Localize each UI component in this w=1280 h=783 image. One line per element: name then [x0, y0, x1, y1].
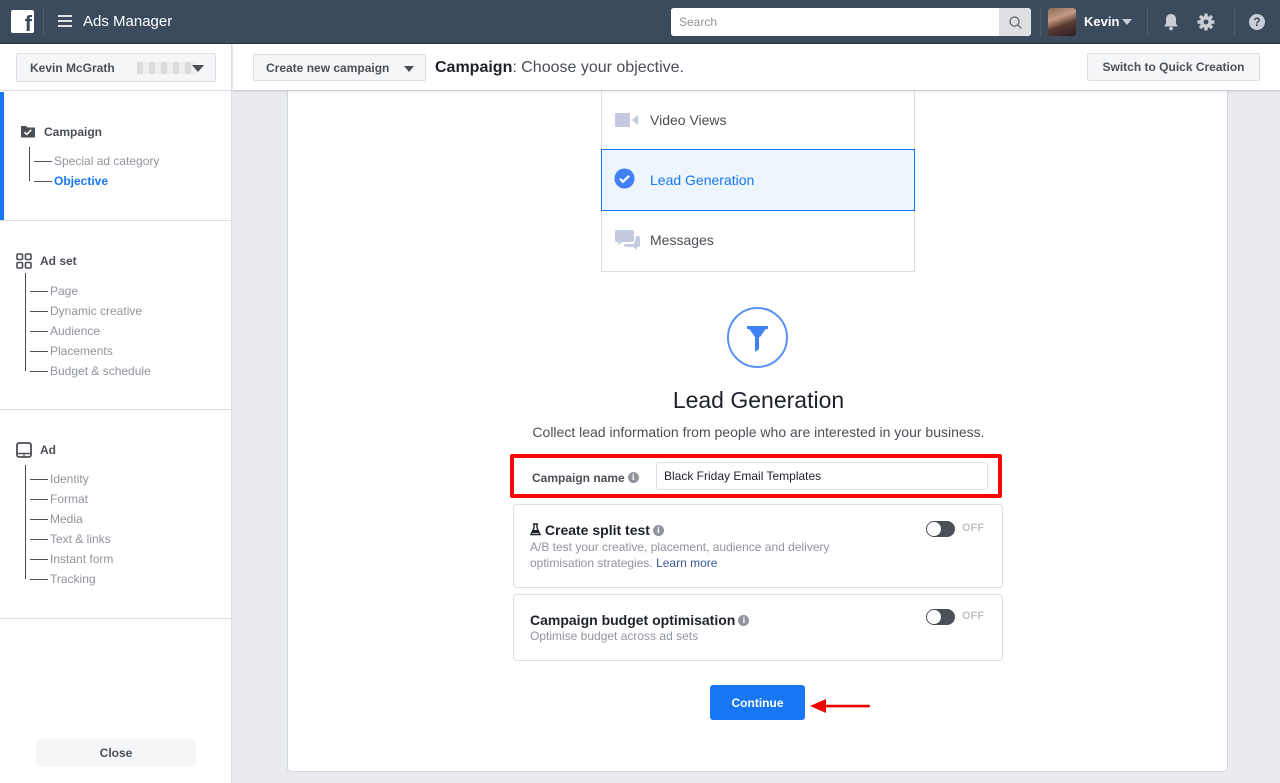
continue-button[interactable]: Continue — [710, 685, 805, 720]
tree-line — [25, 273, 26, 371]
objective-lead-generation[interactable]: Lead Generation — [601, 149, 915, 211]
objective-label: Messages — [650, 232, 714, 248]
svg-text:?: ? — [1253, 15, 1260, 29]
sidebar-item-placements[interactable]: Placements — [30, 344, 113, 358]
close-button[interactable]: Close — [36, 739, 196, 767]
campaign-checkbox-icon — [21, 126, 35, 138]
objective-label: Video Views — [650, 112, 727, 128]
annotation-arrow-icon — [810, 699, 870, 713]
video-camera-icon — [615, 113, 638, 127]
tree-line — [25, 465, 26, 579]
split-test-toggle-state: OFF — [962, 522, 984, 534]
budget-optimisation-title: Campaign budget optimisation i — [530, 612, 750, 628]
avatar[interactable] — [1048, 8, 1076, 36]
objective-label: Lead Generation — [650, 172, 755, 188]
ad-screen-icon — [16, 442, 32, 458]
sidebar-item-identity[interactable]: Identity — [30, 472, 89, 486]
check-circle-icon — [614, 168, 635, 189]
account-name: Kevin McGrath — [30, 61, 115, 75]
learn-more-link[interactable]: Learn more — [656, 556, 717, 570]
beaker-icon — [529, 523, 542, 536]
menu-icon[interactable] — [58, 15, 72, 27]
sidebar-item-dynamic-creative[interactable]: Dynamic creative — [29, 304, 142, 318]
divider — [1040, 8, 1041, 36]
logo-letter: f — [24, 11, 32, 36]
objective-card: Video Views Lead Generation Messages Lea… — [287, 91, 1228, 772]
search-button[interactable] — [999, 8, 1031, 36]
search-box — [671, 8, 1031, 36]
divider — [43, 8, 44, 36]
create-new-campaign-dropdown[interactable]: Create new campaign — [253, 54, 426, 81]
sidebar-item-special-ad-category[interactable]: Special ad category — [33, 154, 159, 168]
redacted-account-id — [137, 62, 197, 74]
sidebar-item-audience[interactable]: Audience — [29, 324, 100, 338]
objective-messages[interactable]: Messages — [602, 211, 914, 272]
objective-detail-title: Lead Generation — [672, 387, 845, 413]
campaign-budget-optimisation-option: Campaign budget optimisation i Optimise b… — [513, 594, 1003, 661]
divider — [0, 618, 232, 619]
chevron-down-icon[interactable] — [1122, 19, 1132, 25]
top-navigation-bar: f Ads Manager Kevin ? — [0, 0, 1280, 44]
sidebar-section-title[interactable]: Campaign — [44, 125, 102, 139]
divider — [1234, 8, 1235, 36]
account-selector[interactable]: Kevin McGrath — [16, 53, 216, 82]
sidebar-item-format[interactable]: Format — [29, 492, 88, 506]
campaign-name-input[interactable] — [656, 462, 988, 490]
notification-bell-icon[interactable] — [1161, 12, 1181, 32]
chat-bubbles-icon — [615, 230, 640, 250]
funnel-icon — [727, 307, 788, 368]
tree-line — [29, 147, 30, 181]
sidebar-section-campaign: Campaign Special ad category Objective — [0, 92, 232, 220]
split-test-title-text: Create split test — [544, 522, 650, 538]
sidebar-item-tracking[interactable]: Tracking — [30, 572, 96, 586]
budget-optimisation-toggle[interactable] — [926, 609, 955, 625]
app-title: Ads Manager — [83, 13, 173, 30]
sidebar: Kevin McGrath Campaign Special ad catego… — [0, 44, 232, 783]
objective-list: Video Views Lead Generation Messages — [601, 91, 915, 272]
sidebar-item-objective[interactable]: Objective — [33, 174, 108, 188]
chevron-down-icon — [404, 66, 414, 72]
sidebar-section-title[interactable]: Ad set — [40, 254, 77, 268]
campaign-name-label: Campaign name i — [532, 471, 639, 485]
split-test-title: Create split test i — [529, 522, 664, 538]
split-test-toggle[interactable] — [926, 521, 955, 537]
sidebar-item-media[interactable]: Media — [30, 512, 83, 526]
sidebar-item-text-links[interactable]: Text & links — [30, 532, 111, 546]
search-icon — [1008, 15, 1022, 29]
sidebar-item-budget-schedule[interactable]: Budget & schedule — [30, 364, 151, 378]
page-title-rest: : Choose your objective. — [512, 59, 684, 76]
help-icon[interactable]: ? — [1248, 13, 1266, 31]
chevron-down-icon — [192, 65, 204, 72]
switch-to-quick-creation-button[interactable]: Switch to Quick Creation — [1087, 53, 1260, 81]
sidebar-section-title[interactable]: Ad — [40, 443, 56, 457]
sidebar-section-ad-set: Ad set Page Dynamic creative Audience Pl… — [0, 221, 232, 409]
divider — [0, 90, 232, 91]
campaign-name-label-text: Campaign name — [532, 471, 625, 485]
objective-video-views[interactable]: Video Views — [602, 91, 914, 152]
budget-optimisation-title-text: Campaign budget optimisation — [530, 612, 736, 628]
budget-optimisation-description: Optimise budget across ad sets — [530, 629, 699, 643]
page-title-bold: Campaign — [435, 59, 513, 76]
campaign-name-highlight-box: Campaign name i — [510, 454, 1002, 498]
search-input[interactable] — [671, 8, 999, 36]
objective-detail-description: Collect lead information from people who… — [532, 424, 985, 440]
sidebar-item-page[interactable]: Page — [29, 284, 78, 298]
settings-gear-icon[interactable] — [1196, 12, 1216, 32]
info-icon[interactable]: i — [652, 525, 664, 536]
ad-set-grid-icon — [16, 253, 32, 269]
sidebar-item-instant-form[interactable]: Instant form — [29, 552, 113, 566]
sidebar-section-ad: Ad Identity Format Media Text & links In… — [0, 410, 232, 618]
split-test-description: A/B test your creative, placement, audie… — [530, 539, 870, 571]
user-name[interactable]: Kevin — [1084, 14, 1119, 29]
budget-optimisation-toggle-state: OFF — [962, 610, 984, 622]
info-icon[interactable]: i — [627, 472, 639, 483]
split-test-option: Create split test i A/B test your creativ… — [513, 504, 1003, 588]
page-title: Campaign: Choose your objective. — [435, 59, 684, 77]
facebook-logo-icon[interactable]: f — [11, 10, 34, 36]
divider — [1147, 8, 1148, 36]
info-icon[interactable]: i — [738, 615, 750, 626]
create-new-campaign-label: Create new campaign — [266, 60, 390, 75]
campaign-header: Create new campaign Campaign: Choose you… — [233, 44, 1280, 91]
